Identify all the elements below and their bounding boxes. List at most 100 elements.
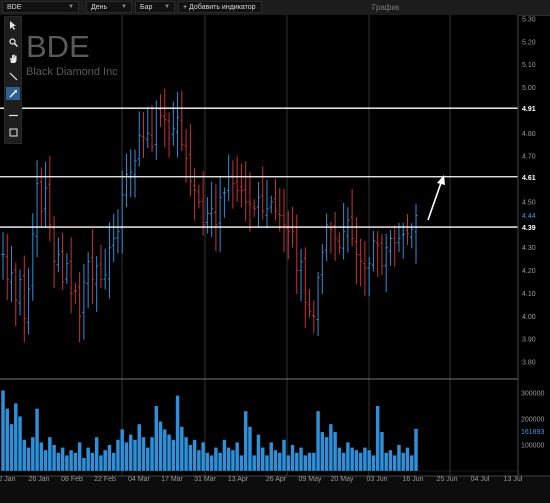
price-axis[interactable]: 5.30 5.20 5.10 5.00 4.80 4.70 4.50 4.30 4.20 4.10… [522, 17, 536, 367]
volume-bar [282, 439, 286, 471]
volume-bar [214, 447, 218, 471]
price-tick-label: 3.90 [522, 337, 536, 344]
volume-bar [124, 442, 129, 471]
volume-bar [180, 426, 184, 471]
volume-bar [77, 442, 82, 471]
volume-bar [18, 416, 22, 471]
volume-bar [56, 452, 61, 471]
volume-bar [410, 455, 414, 471]
volume-bar [5, 408, 9, 471]
volume-bar [354, 450, 359, 471]
price-tick-label: 5.20 [522, 39, 536, 46]
volume-bar [273, 450, 278, 471]
chart-style-label: Бар [140, 3, 153, 11]
volume-bar [1, 390, 5, 471]
volume-bar [158, 421, 163, 471]
volume-bar [269, 442, 273, 471]
volume-bar [320, 432, 325, 471]
cursor-icon[interactable] [6, 19, 20, 32]
volume-bar [22, 439, 27, 471]
volume-bar [39, 442, 44, 471]
price-tick-label: 4.70 [522, 154, 536, 161]
price-tick-label: 5.30 [522, 17, 536, 24]
volume-bar [129, 434, 133, 471]
volume-bar [303, 455, 308, 471]
volume-bar [192, 439, 197, 471]
watermark-company: Black Diamond Inc [26, 66, 118, 78]
volume-bar [120, 429, 124, 471]
symbol-selector[interactable]: BDE ▼ [2, 1, 79, 13]
last-volume-label: 161893 [521, 429, 544, 436]
volume-bar [414, 428, 418, 471]
price-tick-label: 4.20 [522, 268, 536, 275]
volume-bar [397, 445, 401, 471]
price-tick-label: 3.80 [522, 360, 536, 367]
date-tick-label: 22 Feb [94, 476, 116, 483]
volume-bar [163, 429, 167, 471]
volume-bar [286, 455, 290, 471]
chart-style-selector[interactable]: Бар ▼ [135, 1, 175, 13]
volume-bar [350, 447, 354, 471]
date-tick-label: 08 Feb [61, 476, 83, 483]
volume-bar [384, 452, 388, 471]
volume-bar [243, 411, 248, 471]
volume-bar [209, 455, 214, 471]
volume-bar [290, 445, 295, 471]
date-tick-label: 26 Jan [28, 476, 49, 483]
volume-bar [99, 455, 103, 471]
volume-bar [133, 439, 137, 471]
add-indicator-button[interactable]: + Добавить индикатор [178, 1, 262, 13]
volume-bar [401, 452, 405, 471]
volume-bar [43, 450, 48, 471]
volume-axis: 300000 200000 100000 161893 [521, 391, 544, 450]
last-price-label: 4.44 [522, 213, 536, 220]
volume-bar [316, 411, 320, 471]
volume-bar [341, 452, 346, 471]
date-tick-label: 17 Mar [161, 476, 183, 483]
price-tick-label: 4.00 [522, 314, 536, 321]
drawing-toolbox [4, 16, 22, 144]
horizontal-line-icon[interactable] [6, 109, 20, 122]
zoom-icon[interactable] [6, 36, 20, 49]
volume-bar [94, 437, 99, 471]
volume-bar [367, 450, 371, 471]
date-tick-label: 16 Jun [402, 476, 423, 483]
date-tick-label: 25 Jun [436, 476, 457, 483]
volume-bar [239, 455, 244, 471]
volume-bar [265, 455, 269, 471]
chevron-down-icon: ▼ [121, 4, 127, 10]
volume-bar [141, 437, 146, 471]
volume-bar [256, 434, 261, 471]
volume-bar [171, 439, 176, 471]
price-chart[interactable]: BDE Black Diamond Inc 4.914.614.39 5.305… [0, 15, 550, 503]
date-tick-label: 13 Apr [228, 476, 249, 483]
chart-app: BDE ▼ День ▼ Бар ▼ + Добавить индикатор … [0, 0, 550, 503]
add-indicator-label: + Добавить индикатор [183, 3, 256, 11]
volume-bar [197, 450, 201, 471]
volume-bar [9, 424, 14, 471]
volume-bar [371, 455, 376, 471]
interval-selector[interactable]: День ▼ [86, 1, 132, 13]
symbol-label: BDE [7, 3, 22, 11]
volume-bar [299, 447, 303, 471]
volume-bar [111, 452, 116, 471]
volume-bar [90, 452, 95, 471]
hand-icon[interactable] [6, 52, 20, 65]
date-tick-label: 2 Jan [0, 476, 16, 483]
volume-bar [48, 437, 52, 471]
volume-bar [205, 452, 210, 471]
arrow-tool-icon[interactable] [6, 87, 20, 100]
volume-bar [337, 447, 342, 471]
volume-bar [65, 455, 69, 471]
line-icon[interactable] [6, 70, 20, 83]
volume-bar [260, 447, 265, 471]
volume-bar [188, 445, 193, 471]
volume-bar [69, 450, 73, 471]
price-tick-label: 5.00 [522, 85, 536, 92]
date-tick-label: 13 Jul [504, 476, 523, 483]
volume-bar [405, 447, 410, 471]
rectangle-icon[interactable] [6, 126, 20, 139]
date-tick-label: 03 Jun [366, 476, 387, 483]
volume-bar [218, 452, 222, 471]
volume-bar [146, 447, 150, 471]
